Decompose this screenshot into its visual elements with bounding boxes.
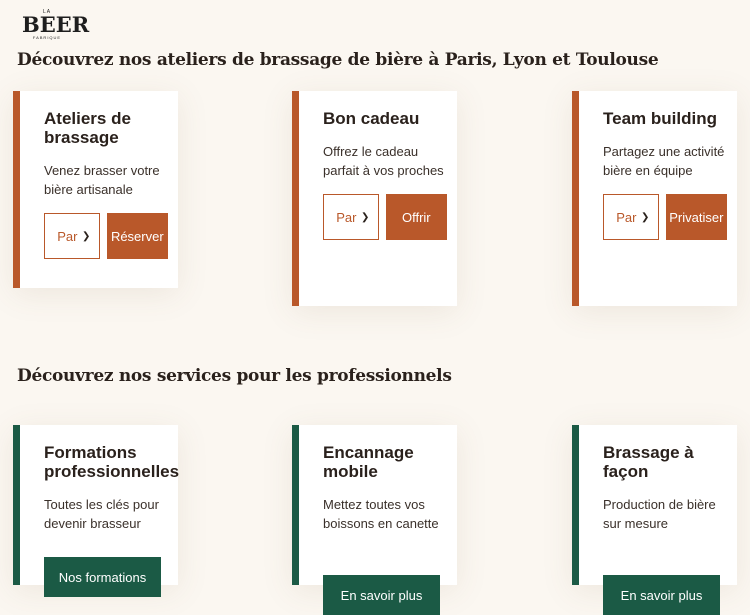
card-bon-cadeau: Bon cadeau Offrez le cadeau parfait à vo…: [292, 91, 457, 306]
privatise-button[interactable]: Privatiser: [665, 194, 727, 240]
card-actions: Par ❯ Réserver: [44, 213, 168, 259]
chevron-down-icon: ❯: [360, 211, 370, 223]
card-title: Team building: [603, 109, 717, 128]
encannage-button[interactable]: En savoir plus: [323, 575, 440, 615]
select-value: Par: [616, 209, 637, 225]
card-description: Toutes les clés pour devenir brasseur: [44, 497, 159, 531]
reserve-button[interactable]: Réserver: [106, 213, 168, 259]
card-brassage-facon: Brassage à façon Production de bière sur…: [572, 425, 737, 615]
card-title: Formations professionnelles: [44, 443, 180, 481]
card-description: Offrez le cadeau parfait à vos proches: [323, 144, 444, 178]
card-encannage: Encannage mobile Mettez toutes vos boiss…: [292, 425, 457, 615]
chevron-down-icon: ❯: [81, 230, 91, 242]
card-description: Venez brasser votre bière artisanale: [44, 163, 160, 197]
card-title: Ateliers de brassage: [44, 109, 131, 147]
card-description: Partagez une activité bière en équipe: [603, 144, 725, 178]
chevron-down-icon: ❯: [640, 211, 650, 223]
card-title: Encannage mobile: [323, 443, 414, 481]
card-description: Mettez toutes vos boissons en canette: [323, 497, 439, 531]
logo-beer: BEER: [22, 12, 90, 37]
card-actions: Par ❯ Privatiser: [603, 194, 727, 240]
pro-heading: Découvrez nos services pour les professi…: [17, 366, 452, 386]
city-select[interactable]: Par ❯: [44, 213, 100, 259]
card-actions: Par ❯ Offrir: [323, 194, 447, 240]
select-value: Par: [336, 209, 357, 225]
formations-button[interactable]: Nos formations: [44, 557, 161, 597]
offer-button[interactable]: Offrir: [385, 194, 447, 240]
card-formations: Formations professionnelles Toutes les c…: [13, 425, 180, 597]
card-title: Bon cadeau: [323, 109, 420, 128]
city-select[interactable]: Par ❯: [603, 194, 659, 240]
workshops-heading: Découvrez nos ateliers de brassage de bi…: [17, 50, 659, 70]
card-description: Production de bière sur mesure: [603, 497, 716, 531]
brassage-button[interactable]: En savoir plus: [603, 575, 720, 615]
card-ateliers: Ateliers de brassage Venez brasser votre…: [13, 91, 178, 288]
card-team-building: Team building Partagez une activité bièr…: [572, 91, 737, 306]
select-value: Par: [57, 228, 78, 244]
brand-logo[interactable]: LA BEER FABRIQUE: [22, 10, 90, 52]
city-select[interactable]: Par ❯: [323, 194, 379, 240]
card-title: Brassage à façon: [603, 443, 694, 481]
